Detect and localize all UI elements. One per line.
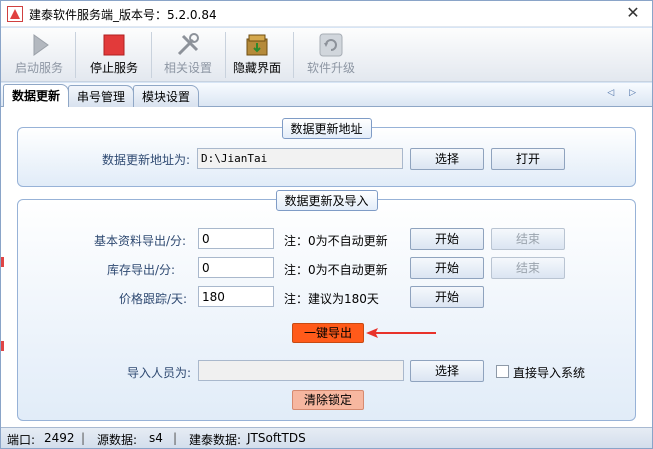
stock-export-end-button[interactable]: 结束: [491, 257, 565, 279]
source-value: s4: [149, 431, 163, 445]
direct-import-checkbox[interactable]: [496, 365, 509, 378]
import-person-select-button[interactable]: 选择: [410, 360, 484, 382]
price-tracking-note: 注：建议为180天: [284, 292, 379, 306]
one-click-export-button[interactable]: 一键导出: [292, 323, 364, 343]
refresh-icon: [319, 33, 343, 57]
tab-serial-management[interactable]: 串号管理: [68, 85, 135, 107]
port-label: 端口:: [7, 433, 36, 447]
import-person-label: 导入人员为:: [127, 366, 192, 380]
stop-icon: [103, 34, 125, 56]
tab-strip: 数据更新 串号管理 模块设置 ◁ ▷: [1, 83, 652, 107]
basic-export-input[interactable]: [198, 228, 274, 249]
title-bar: 建泰软件服务端_版本号：5.2.0.84 ✕: [1, 1, 652, 27]
settings-button[interactable]: 相关设置: [155, 28, 221, 82]
tab-content: 数据更新地址 数据更新地址为: 选择 打开 数据更新及导入 基本资料导出/分: …: [1, 107, 652, 427]
start-service-button[interactable]: 启动服务: [7, 28, 71, 82]
upgrade-label: 软件升级: [306, 61, 355, 75]
clear-lock-button[interactable]: 清除锁定: [292, 390, 364, 410]
update-address-label: 数据更新地址为:: [102, 153, 191, 167]
toolbar-separator: [293, 32, 294, 78]
window-title: 建泰软件服务端_版本号：5.2.0.84: [29, 8, 217, 22]
toolbar-separator: [151, 32, 152, 78]
status-bar: 端口: 2492 | 源数据: s4 | 建泰数据: JTSoftTDS: [1, 427, 652, 448]
basic-export-start-button[interactable]: 开始: [410, 228, 484, 250]
settings-label: 相关设置: [163, 61, 212, 75]
stock-export-label: 库存导出/分:: [107, 263, 176, 277]
update-import-title: 数据更新及导入: [275, 190, 378, 211]
toolbar-separator: [75, 32, 76, 78]
upgrade-button[interactable]: 软件升级: [299, 28, 363, 82]
basic-export-end-button[interactable]: 结束: [491, 228, 565, 250]
port-value: 2492: [44, 431, 75, 445]
tab-scroll-arrows[interactable]: ◁ ▷: [607, 88, 642, 98]
update-import-group: 数据更新及导入 基本资料导出/分: 注：0为不自动更新 开始 结束 库存导出/分…: [17, 190, 636, 421]
tools-icon: [177, 33, 199, 56]
app-logo-icon: [7, 6, 23, 22]
basic-export-label: 基本资料导出/分:: [94, 234, 187, 248]
source-label: 源数据:: [97, 433, 138, 447]
direct-import-label: 直接导入系统: [513, 366, 586, 380]
stock-export-note: 注：0为不自动更新: [284, 263, 388, 277]
hide-window-button[interactable]: 隐藏界面: [229, 28, 285, 82]
close-button[interactable]: ✕: [622, 3, 644, 23]
box-icon: [246, 34, 268, 56]
status-separator: |: [173, 431, 178, 445]
price-tracking-input[interactable]: [198, 286, 274, 307]
start-service-label: 启动服务: [14, 61, 63, 75]
import-person-input[interactable]: [198, 360, 404, 381]
price-tracking-start-button[interactable]: 开始: [410, 286, 484, 308]
tab-module-settings[interactable]: 模块设置: [133, 85, 200, 107]
play-icon: [33, 34, 49, 56]
app-window: 建泰软件服务端_版本号：5.2.0.84 ✕ 启动服务 停止服务 相关设置 隐藏…: [0, 0, 653, 449]
jt-data-value: JTSoftTDS: [247, 431, 306, 445]
stop-service-button[interactable]: 停止服务: [81, 28, 147, 82]
basic-export-note: 注：0为不自动更新: [284, 234, 388, 248]
address-open-button[interactable]: 打开: [491, 148, 565, 170]
price-tracking-label: 价格跟踪/天:: [119, 292, 188, 306]
status-separator: |: [81, 431, 86, 445]
toolbar: 启动服务 停止服务 相关设置 隐藏界面 软件升级: [1, 28, 652, 82]
tab-data-update[interactable]: 数据更新: [3, 84, 70, 107]
edge-mark: [1, 257, 4, 267]
update-address-title: 数据更新地址: [281, 118, 372, 139]
update-address-input[interactable]: [197, 148, 403, 169]
address-select-button[interactable]: 选择: [410, 148, 484, 170]
stock-export-input[interactable]: [198, 257, 274, 278]
stop-service-label: 停止服务: [89, 61, 138, 75]
stock-export-start-button[interactable]: 开始: [410, 257, 484, 279]
toolbar-separator: [225, 32, 226, 78]
pointer-arrow-icon: [366, 328, 436, 338]
edge-mark: [1, 341, 4, 351]
update-address-group: 数据更新地址 数据更新地址为: 选择 打开: [17, 118, 636, 187]
jt-data-label: 建泰数据:: [189, 433, 242, 447]
hide-window-label: 隐藏界面: [232, 61, 281, 75]
